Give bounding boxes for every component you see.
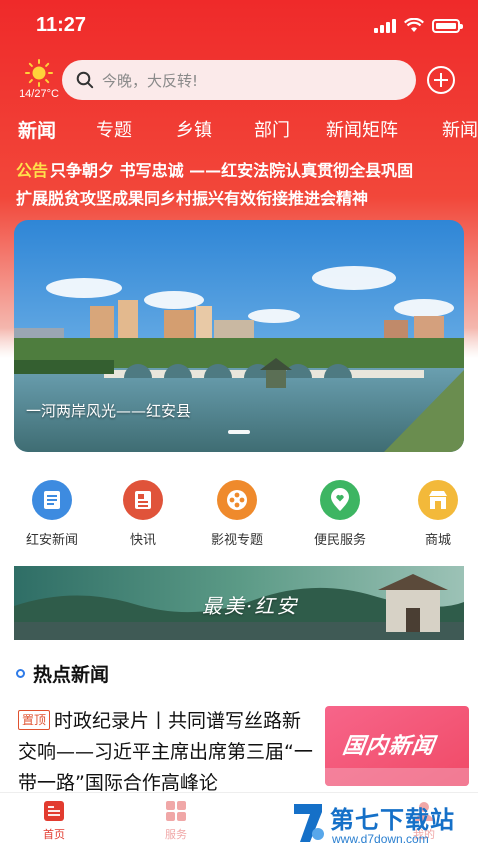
film-reel-icon xyxy=(217,480,257,520)
nav-label: 首页 xyxy=(43,828,65,841)
quick-link-label: 影视专题 xyxy=(210,533,263,548)
watermark: 第七下载站 www.d7down.com xyxy=(288,796,478,850)
quick-link-label: 便民服务 xyxy=(313,533,366,548)
news-title: 时政纪录片丨共同谱写丝路新交响——习近平主席出席第三届“一带一路”国际合作高峰论 xyxy=(18,710,313,794)
nav-label: 服务 xyxy=(165,828,187,841)
pinned-badge: 置顶 xyxy=(18,710,51,730)
shop-icon xyxy=(418,480,458,520)
tab-news-more[interactable]: 新闻 xyxy=(442,116,478,142)
quick-link-label: 快讯 xyxy=(129,533,156,548)
search-placeholder: 今晚，大反转! xyxy=(102,71,199,90)
nav-services[interactable]: 服务 xyxy=(146,799,206,842)
announcement-tag: 公告 xyxy=(16,161,49,180)
section-title: 热点新闻 xyxy=(33,664,110,686)
tab-towns[interactable]: 乡镇 xyxy=(176,116,212,142)
wifi-icon xyxy=(404,18,424,32)
location-heart-icon xyxy=(320,480,360,520)
quick-link-hongan-news[interactable]: 红安新闻 xyxy=(7,480,97,548)
watermark-logo-icon xyxy=(294,804,324,842)
search-input[interactable]: 今晚，大反转! xyxy=(62,60,416,100)
announcement-line-1: 只争朝夕 书写忠诚 ——红安法院认真贯彻全县巩固 xyxy=(50,161,414,180)
section-hot-news: 热点新闻 xyxy=(16,660,109,687)
section-dot-icon xyxy=(16,669,25,678)
search-icon xyxy=(76,71,94,89)
flash-news-icon xyxy=(123,480,163,520)
quick-link-label: 红安新闻 xyxy=(25,533,78,548)
promo-banner[interactable]: 最美·红安 xyxy=(14,566,464,640)
status-time: 11:27 xyxy=(36,14,87,36)
quick-link-shop[interactable]: 商城 xyxy=(393,480,478,548)
news-thumbnail-text: 国内新闻 xyxy=(340,734,437,759)
announcement[interactable]: 公告 只争朝夕 书写忠诚 ——红安法院认真贯彻全县巩固 扩展脱贫攻坚成果同乡村振兴… xyxy=(16,157,468,213)
watermark-title: 第七下载站 xyxy=(330,806,455,834)
tab-topics[interactable]: 专题 xyxy=(96,116,132,142)
watermark-subtitle: www.d7down.com xyxy=(332,832,429,846)
news-item[interactable]: 置顶 时政纪录片丨共同谱写丝路新交响——习近平主席出席第三届“一带一路”国际合作高… xyxy=(18,706,318,800)
quick-link-label: 商城 xyxy=(424,533,451,548)
quick-link-services[interactable]: 便民服务 xyxy=(295,480,385,548)
quick-links: 红安新闻 快讯 影视专题 便民服务 商城 xyxy=(0,480,478,550)
add-button[interactable] xyxy=(427,66,455,94)
tab-news[interactable]: 新闻 xyxy=(18,116,56,143)
banner-pager xyxy=(228,430,250,434)
news-thumbnail[interactable]: 国内新闻 xyxy=(325,706,469,786)
sun-icon xyxy=(24,58,54,88)
home-news-icon xyxy=(42,799,66,823)
status-icons xyxy=(374,18,463,33)
tab-departments[interactable]: 部门 xyxy=(254,116,290,142)
quick-link-flash[interactable]: 快讯 xyxy=(98,480,188,548)
battery-icon xyxy=(432,18,463,33)
channel-tabs: 新闻 专题 乡镇 部门 新闻矩阵 新闻 xyxy=(18,116,478,148)
newspaper-icon xyxy=(32,480,72,520)
news-title-block: 置顶 时政纪录片丨共同谱写丝路新交响——习近平主席出席第三届“一带一路”国际合作高… xyxy=(18,706,318,800)
grid-icon xyxy=(164,799,188,823)
banner-caption: 一河两岸风光——红安县 xyxy=(26,402,192,420)
nav-home[interactable]: 首页 xyxy=(24,799,84,842)
announcement-line-2: 扩展脱贫攻坚成果同乡村振兴有效衔接推进会精神 xyxy=(16,189,369,208)
tab-news-matrix[interactable]: 新闻矩阵 xyxy=(326,116,398,142)
weather-temperature: 14/27°C xyxy=(19,88,59,100)
weather-widget[interactable]: 14/27°C xyxy=(14,58,64,100)
promo-text: 最美·红安 xyxy=(202,594,299,618)
status-bar: 11:27 xyxy=(0,0,478,52)
hero-banner[interactable]: 一河两岸风光——红安县 xyxy=(14,220,464,452)
quick-link-film[interactable]: 影视专题 xyxy=(192,480,282,548)
signal-icon xyxy=(374,18,396,33)
